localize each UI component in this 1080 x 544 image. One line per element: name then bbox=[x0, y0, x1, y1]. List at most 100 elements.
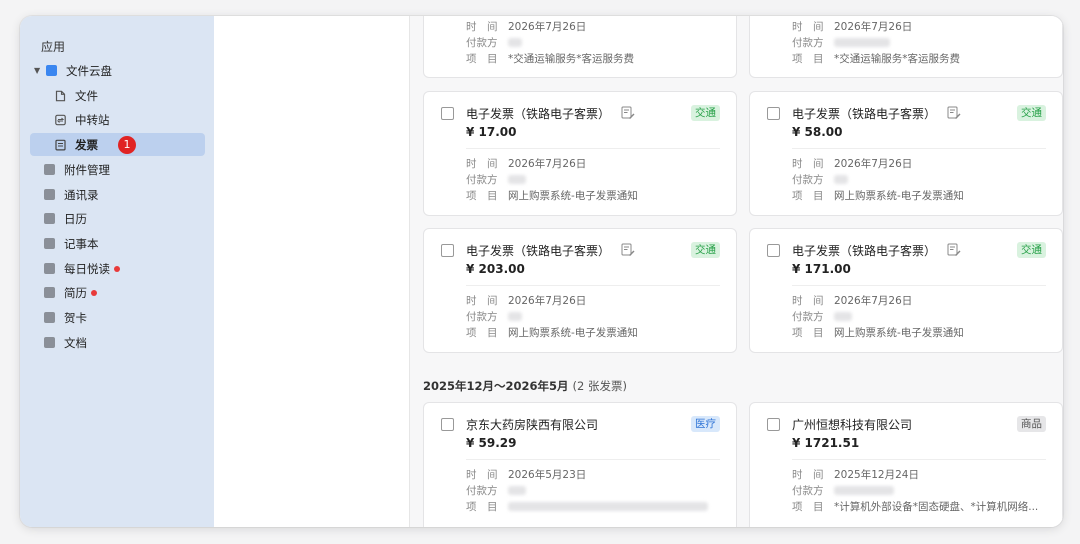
invoice-amount: ¥ 1721.51 bbox=[792, 436, 860, 450]
select-checkbox[interactable] bbox=[767, 244, 780, 257]
redacted-payer bbox=[834, 38, 890, 47]
caret-down-icon[interactable]: ▼ bbox=[34, 66, 42, 75]
invoice-card[interactable]: 电子发票（铁路电子客票） 交通 ¥ 58.00 时 间 2026年7月26日 付… bbox=[749, 91, 1063, 216]
invoice-date: 2026年7月26日 bbox=[834, 295, 913, 307]
invoice-title: 电子发票（铁路电子客票） bbox=[792, 244, 937, 258]
sidebar-section-title: 应用 bbox=[41, 40, 66, 54]
item-label: 项 目 bbox=[792, 53, 824, 65]
payer-label: 付款方 bbox=[466, 174, 498, 186]
invoice-card[interactable]: 电子发票（铁路电子客票） 交通 ¥ 203.00 时 间 2026年7月26日 … bbox=[423, 228, 737, 353]
group-invoice-count: (2 张发票) bbox=[572, 379, 627, 393]
invoice-item: 网上购票系统-电子发票通知 bbox=[834, 190, 964, 202]
item-label: 项 目 bbox=[466, 501, 498, 513]
time-label: 时 间 bbox=[792, 469, 824, 481]
invoice-payer-row: 付款方 bbox=[792, 35, 890, 50]
invoice-item: 网上购票系统-电子发票通知 bbox=[834, 327, 964, 339]
calendar-icon bbox=[44, 213, 55, 224]
invoice-date-row: 时 间 2026年7月26日 bbox=[792, 19, 912, 34]
sidebar-item-daily-reading[interactable]: 每日悦读 bbox=[44, 257, 120, 280]
sidebar-item-label: 日历 bbox=[64, 211, 87, 226]
invoice-date-row: 时 间 2025年12月24日 bbox=[792, 467, 919, 482]
invoice-title: 广州恒想科技有限公司 bbox=[792, 418, 913, 432]
item-label: 项 目 bbox=[792, 190, 824, 202]
invoice-card[interactable]: 京东大药房陕西有限公司 医疗 ¥ 59.29 时 间 2026年5月23日 付款… bbox=[423, 402, 737, 527]
invoice-grid[interactable]: 时 间 2026年7月26日 付款方 项 目 *交通运输服务*客运服务费 时 间… bbox=[410, 16, 1063, 527]
select-checkbox[interactable] bbox=[767, 418, 780, 431]
payer-label: 付款方 bbox=[792, 174, 824, 186]
edit-note-icon[interactable] bbox=[947, 106, 961, 120]
cloud-drive-icon bbox=[46, 65, 57, 76]
redacted-payer bbox=[834, 175, 848, 184]
sidebar-item-transfer-station[interactable]: 中转站 bbox=[55, 108, 110, 131]
edit-note-icon[interactable] bbox=[947, 243, 961, 257]
notification-badge: 1 bbox=[118, 135, 136, 154]
sidebar-item-documents[interactable]: 文档 bbox=[44, 331, 87, 354]
redacted-payer bbox=[834, 312, 852, 321]
item-label: 项 目 bbox=[466, 327, 498, 339]
sidebar-item-attachments[interactable]: 附件管理 bbox=[44, 158, 110, 181]
edit-note-icon[interactable] bbox=[621, 106, 635, 120]
notepad-icon bbox=[44, 238, 55, 249]
invoice-title: 电子发票（铁路电子客票） bbox=[466, 244, 611, 258]
time-label: 时 间 bbox=[466, 21, 498, 33]
invoice-title: 京东大药房陕西有限公司 bbox=[466, 418, 599, 432]
invoice-card[interactable]: 电子发票（铁路电子客票） 交通 ¥ 171.00 时 间 2026年7月26日 … bbox=[749, 228, 1063, 353]
select-checkbox[interactable] bbox=[767, 107, 780, 120]
invoice-card[interactable]: 广州恒想科技有限公司 商品 ¥ 1721.51 时 间 2025年12月24日 … bbox=[749, 402, 1063, 527]
select-checkbox[interactable] bbox=[441, 418, 454, 431]
sidebar-item-calendar[interactable]: 日历 bbox=[44, 207, 87, 230]
attachment-icon bbox=[44, 164, 55, 175]
invoice-date-row: 时 间 2026年7月26日 bbox=[792, 156, 912, 171]
sidebar-item-label: 文件 bbox=[75, 88, 98, 103]
sidebar-item-label: 发票 bbox=[75, 137, 98, 152]
invoice-item-row: 项 目 网上购票系统-电子发票通知 bbox=[792, 325, 964, 340]
sidebar-item-label: 附件管理 bbox=[64, 162, 110, 177]
edit-note-icon[interactable] bbox=[621, 243, 635, 257]
sidebar-item-resume[interactable]: 简历 bbox=[44, 281, 97, 304]
sidebar-item-label: 每日悦读 bbox=[64, 261, 110, 276]
invoice-payer-row: 付款方 bbox=[466, 172, 526, 187]
sidebar-item-label: 文档 bbox=[64, 335, 87, 350]
category-tag: 交通 bbox=[691, 105, 720, 121]
invoice-card[interactable]: 时 间 2026年7月26日 付款方 项 目 *交通运输服务*客运服务费 bbox=[423, 16, 737, 78]
invoice-date: 2026年7月26日 bbox=[834, 21, 913, 33]
sidebar-item-notepad[interactable]: 记事本 bbox=[44, 232, 99, 255]
sidebar-item-invoice[interactable]: 发票 1 bbox=[30, 133, 205, 156]
invoice-date: 2025年12月24日 bbox=[834, 469, 919, 481]
invoice-date: 2026年7月26日 bbox=[834, 158, 913, 170]
sidebar-item-label: 记事本 bbox=[64, 236, 99, 251]
invoice-payer-row: 付款方 bbox=[792, 172, 848, 187]
invoice-item: *交通运输服务*客运服务费 bbox=[834, 53, 960, 65]
category-tag: 交通 bbox=[1017, 242, 1046, 258]
time-label: 时 间 bbox=[792, 158, 824, 170]
card-divider bbox=[792, 459, 1046, 460]
select-checkbox[interactable] bbox=[441, 244, 454, 257]
sidebar-item-greeting-card[interactable]: 贺卡 bbox=[44, 306, 87, 329]
invoice-date: 2026年7月26日 bbox=[508, 295, 587, 307]
invoice-date: 2026年7月26日 bbox=[508, 158, 587, 170]
invoice-card[interactable]: 时 间 2026年7月26日 付款方 项 目 *交通运输服务*客运服务费 bbox=[749, 16, 1063, 78]
payer-label: 付款方 bbox=[792, 37, 824, 49]
invoice-card[interactable]: 电子发票（铁路电子客票） 交通 ¥ 17.00 时 间 2026年7月26日 付… bbox=[423, 91, 737, 216]
item-label: 项 目 bbox=[466, 190, 498, 202]
group-heading: 2025年12月～2026年5月 (2 张发票) bbox=[423, 378, 627, 394]
item-label: 项 目 bbox=[466, 53, 498, 65]
sidebar-item-cloud-drive[interactable]: ▼ 文件云盘 bbox=[34, 59, 112, 82]
sidebar: 应用 ▼ 文件云盘 文件 中转站 发票 1 附件管理 通讯录 日历 记事本 每日… bbox=[20, 16, 214, 527]
category-tag: 交通 bbox=[691, 242, 720, 258]
payer-label: 付款方 bbox=[466, 485, 498, 497]
file-icon bbox=[55, 90, 66, 101]
sidebar-item-contacts[interactable]: 通讯录 bbox=[44, 183, 99, 206]
redacted-payer bbox=[508, 486, 526, 495]
contacts-icon bbox=[44, 189, 55, 200]
invoice-amount: ¥ 171.00 bbox=[792, 262, 851, 276]
invoice-amount: ¥ 17.00 bbox=[466, 125, 517, 139]
category-tag: 商品 bbox=[1017, 416, 1046, 432]
sidebar-item-files[interactable]: 文件 bbox=[55, 84, 98, 107]
invoice-payer-row: 付款方 bbox=[466, 309, 522, 324]
redacted-payer bbox=[508, 38, 522, 47]
resume-icon bbox=[44, 287, 55, 298]
select-checkbox[interactable] bbox=[441, 107, 454, 120]
invoice-payer-row: 付款方 bbox=[792, 309, 852, 324]
invoice-date: 2026年7月26日 bbox=[508, 21, 587, 33]
